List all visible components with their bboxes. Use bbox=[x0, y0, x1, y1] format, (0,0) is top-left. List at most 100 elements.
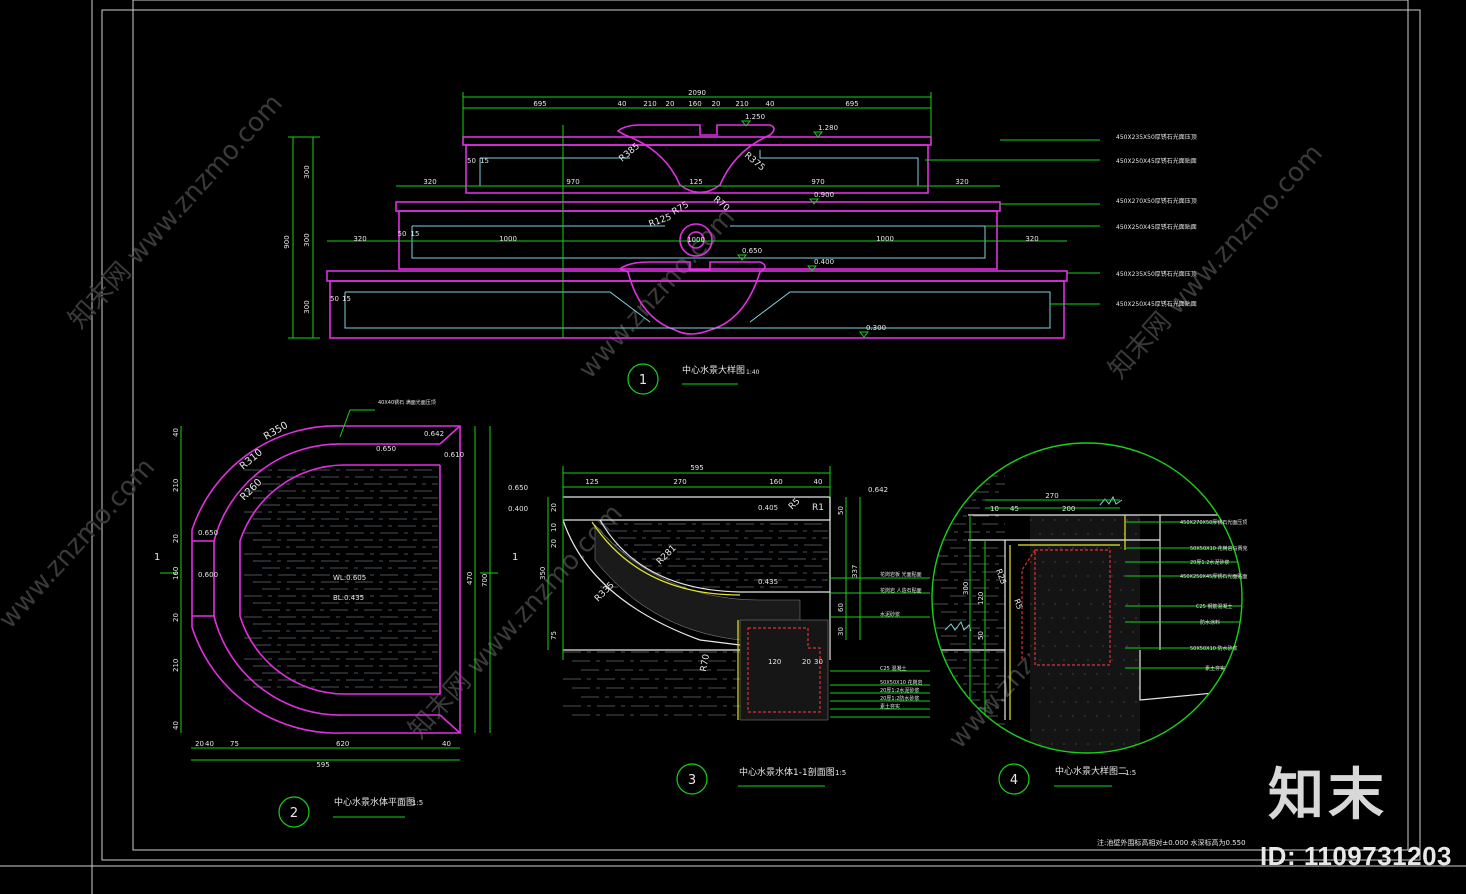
elevation-level-marks bbox=[736, 120, 870, 338]
level-label: 0.435 bbox=[758, 578, 778, 586]
dim-text: 300 bbox=[303, 233, 311, 246]
dim-text: 40 bbox=[766, 100, 775, 108]
radius-label: R281 bbox=[655, 543, 679, 567]
plan-levels: 0.642 0.650 0.610 0.650 0.600 bbox=[198, 430, 464, 579]
drawing-number: 2 bbox=[290, 806, 298, 821]
material-note: 20厚1:2水泥砂浆 bbox=[1190, 559, 1229, 566]
material-note: 20厚1:2防水砂浆 bbox=[880, 695, 919, 702]
dim-text: 337 bbox=[851, 565, 859, 578]
dim-text: 45 bbox=[1010, 505, 1019, 513]
dim-text: 695 bbox=[533, 100, 546, 108]
drawing-scale: 1:5 bbox=[412, 799, 423, 807]
material-note: C25 钢筋混凝土 bbox=[1196, 603, 1232, 610]
section-mark-right: 1 bbox=[512, 552, 518, 563]
plan-note: 40X40锈石 满面光面压顶 bbox=[378, 399, 436, 406]
dim-text: 20 bbox=[550, 503, 558, 512]
dim-text: 210 bbox=[735, 100, 748, 108]
section-total-dim: 595 bbox=[690, 464, 703, 472]
plan-radii: R350 R310 R260 bbox=[238, 420, 290, 503]
bottom-level: BL:0.435 bbox=[333, 594, 364, 602]
radius-label: R350 bbox=[262, 420, 290, 443]
level-label: 0.650 bbox=[742, 247, 762, 255]
material-note: 防水涂料 bbox=[1200, 619, 1220, 626]
dim-text: 10 bbox=[550, 523, 558, 532]
dim-text: 10 bbox=[990, 505, 999, 513]
dim-text: 75 bbox=[550, 631, 558, 640]
level-label: 0.405 bbox=[758, 504, 778, 512]
dim-text: 15 bbox=[411, 230, 420, 238]
material-note: 450X235X50厚锈石光面压顶 bbox=[1116, 270, 1197, 278]
dim-text: 125 bbox=[689, 178, 702, 186]
water-level: WL:0.605 bbox=[333, 574, 366, 582]
drawing-scale: 1:40 bbox=[746, 369, 760, 376]
dim-text: 210 bbox=[172, 479, 180, 492]
dim-text: 50 bbox=[330, 295, 339, 303]
drawing-4-detail: 270 10 45 200 R25 R5 300 120 50 450X270X… bbox=[931, 442, 1248, 795]
level-label: 0.900 bbox=[814, 191, 834, 199]
material-note: 20厚1:2水泥砂浆 bbox=[880, 687, 919, 694]
material-note: 450X250X45厚锈石光面贴面 bbox=[1116, 157, 1197, 165]
dim-text: 900 bbox=[283, 235, 291, 248]
detail-left-dims: 300 120 50 bbox=[962, 582, 985, 640]
dim-text: 210 bbox=[172, 659, 180, 672]
dim-text: 40 bbox=[172, 428, 180, 437]
material-note: 水泥砂浆 bbox=[880, 611, 900, 618]
material-note: 450X250X45厚锈石光面贴面 bbox=[1180, 573, 1247, 580]
drawing-scale: 1:5 bbox=[1125, 769, 1136, 777]
elevation-top-segments: 695 40 210 20 160 20 210 40 695 bbox=[533, 100, 858, 108]
dim-text: 20 bbox=[712, 100, 721, 108]
dim-text: 320 bbox=[423, 178, 436, 186]
dim-text: 30 bbox=[837, 627, 845, 636]
id-label: ID: 1109731203 bbox=[1259, 841, 1452, 871]
dim-text: 970 bbox=[566, 178, 579, 186]
watermark-text: 知末网 www.znzmo.com bbox=[1103, 138, 1329, 384]
plan-left-dims: 40 210 20 160 20 210 40 bbox=[172, 428, 180, 730]
radius-label: R125 bbox=[648, 212, 673, 229]
dim-text: 210 bbox=[643, 100, 656, 108]
level-label: 1.280 bbox=[818, 124, 838, 132]
brand-logo: 知末 bbox=[1268, 763, 1388, 828]
dim-text: 1000 bbox=[499, 235, 517, 243]
dim-text: 160 bbox=[688, 100, 701, 108]
material-note: 450X250X45厚锈石光面贴面 bbox=[1116, 223, 1197, 231]
level-label: 0.400 bbox=[508, 505, 528, 513]
section-notes: 花岗岩板 光面贴面 花岗岩 人造石贴面 水泥砂浆 C25 混凝土 50X50X1… bbox=[880, 571, 923, 710]
dim-text: 40 bbox=[618, 100, 627, 108]
radius-label: R260 bbox=[238, 477, 264, 503]
detail-top-dims: 270 10 45 200 bbox=[990, 492, 1075, 513]
dim-text: 50 bbox=[837, 506, 845, 515]
drawing-3-section: 595 125 270 160 40 0.650 0.400 0.642 0.4… bbox=[508, 464, 930, 795]
dim-text: 160 bbox=[769, 478, 782, 486]
drawing-number: 3 bbox=[688, 773, 696, 788]
dim-text: 1000 bbox=[876, 235, 894, 243]
elevation-outline bbox=[326, 124, 1068, 339]
dim-text: 30 bbox=[814, 658, 823, 666]
material-note: 素土夯实 bbox=[880, 703, 900, 710]
dim-text: 15 bbox=[342, 295, 351, 303]
radius-label: R1 bbox=[812, 503, 824, 513]
dim-text: 20 bbox=[172, 534, 180, 543]
dim-text: 20 bbox=[195, 740, 204, 748]
dim-text: 40 bbox=[814, 478, 823, 486]
dim-text: 50 bbox=[398, 230, 407, 238]
dim-text: 270 bbox=[1045, 492, 1058, 500]
radius-label: R70 bbox=[699, 653, 712, 672]
dim-text: 50 bbox=[467, 157, 476, 165]
material-note: 50X50X10 花岗岩马赛克 bbox=[1190, 545, 1248, 552]
dim-text: 160 bbox=[172, 567, 180, 580]
dim-text: 695 bbox=[845, 100, 858, 108]
material-note: 50X50X10 花岗岩 bbox=[880, 679, 923, 686]
drawing-1-elevation: 695 40 210 20 160 20 210 40 695 2090 320 970 125… bbox=[283, 89, 1197, 395]
drawing-scale: 1:5 bbox=[835, 769, 846, 777]
drawing-title: 中心水景水体1-1剖面图 bbox=[739, 766, 835, 778]
level-label: 0.642 bbox=[868, 486, 888, 494]
dim-text: 700 bbox=[481, 574, 489, 587]
watermark-text: www.znzmo.com bbox=[573, 203, 741, 385]
plan-dim-lines bbox=[160, 409, 498, 818]
section-top-segments: 125 270 160 40 bbox=[585, 478, 822, 486]
plan-water-labels: WL:0.605 BL:0.435 bbox=[333, 574, 366, 602]
material-note: 450X270X50厚锈石光面压顶 bbox=[1116, 197, 1197, 205]
dim-text: 1000 bbox=[687, 236, 705, 244]
section-mark-left: 1 bbox=[154, 552, 160, 563]
dim-text: 970 bbox=[811, 178, 824, 186]
